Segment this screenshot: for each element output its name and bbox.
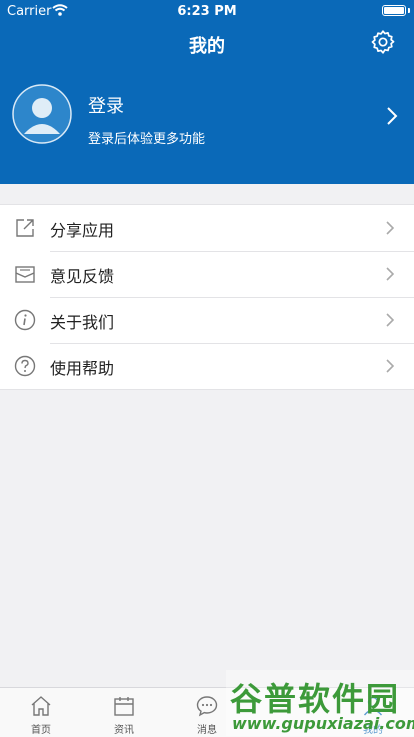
tab-label: 资讯	[114, 725, 134, 736]
profile-header: Carrier 6:23 PM 我的 登录 登录后体验更多功能	[0, 0, 414, 184]
login-subtitle: 登录后体验更多功能	[88, 132, 206, 147]
settings-menu: 分享应用 意见反馈 关于我们 使用帮助	[0, 204, 414, 390]
avatar	[12, 84, 72, 144]
calendar-icon	[114, 697, 134, 716]
chevron-right-icon	[386, 359, 394, 373]
tab-label: 首页	[31, 725, 51, 736]
menu-item-help[interactable]: 使用帮助	[0, 343, 414, 389]
page-title: 我的	[189, 36, 225, 57]
help-icon	[14, 355, 36, 377]
gear-icon[interactable]	[370, 29, 396, 55]
chat-icon	[196, 696, 218, 717]
share-icon	[16, 219, 34, 237]
chevron-right-icon	[386, 221, 394, 235]
chevron-right-icon	[386, 313, 394, 327]
menu-item-share[interactable]: 分享应用	[0, 205, 414, 251]
chevron-right-icon	[387, 107, 398, 125]
status-time: 6:23 PM	[177, 4, 237, 19]
mail-icon	[15, 266, 35, 283]
menu-item-label: 关于我们	[50, 313, 115, 332]
info-icon	[14, 309, 36, 331]
menu-item-feedback[interactable]: 意见反馈	[0, 251, 414, 297]
watermark: 谷普软件园 www.gupuxiazai.com	[226, 670, 414, 736]
tab-news[interactable]: 资讯	[83, 688, 165, 737]
chevron-right-icon	[386, 267, 394, 281]
battery-tip	[408, 8, 410, 13]
login-title[interactable]: 登录	[88, 92, 124, 118]
menu-item-label: 使用帮助	[50, 359, 115, 378]
battery-icon	[382, 5, 406, 16]
home-icon	[31, 696, 51, 716]
menu-item-label: 意见反馈	[50, 267, 115, 286]
login-row[interactable]: 登录 登录后体验更多功能	[0, 82, 414, 148]
watermark-url: www.gupuxiazai.com	[232, 714, 414, 733]
menu-item-label: 分享应用	[50, 221, 115, 240]
status-bar: Carrier 6:23 PM	[0, 0, 414, 22]
tab-home[interactable]: 首页	[0, 688, 82, 737]
menu-item-about[interactable]: 关于我们	[0, 297, 414, 343]
